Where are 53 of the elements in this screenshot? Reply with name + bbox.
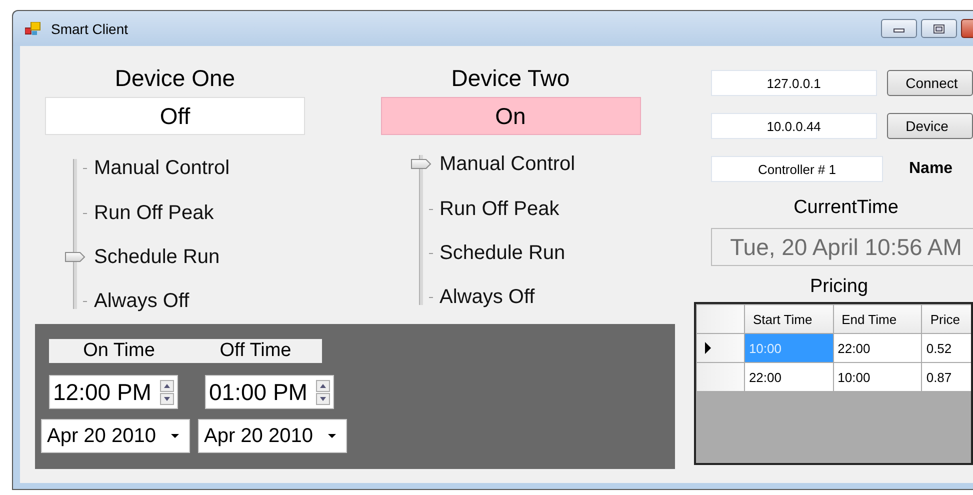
mode-label[interactable]: Always Off (434, 275, 685, 319)
device-title: Device One (114, 64, 236, 93)
table-cell[interactable]: 0.87 (922, 362, 971, 392)
row-header[interactable] (696, 334, 744, 362)
status-display: Off (45, 97, 305, 135)
current-time-label: CurrentTime (792, 197, 900, 219)
device-button[interactable]: Device (886, 113, 973, 139)
column-header[interactable]: Price (922, 304, 971, 334)
time-spinner[interactable]: 12:00 PM (49, 375, 178, 409)
table-cell[interactable]: 0.52 (922, 334, 971, 362)
connect-button[interactable]: Connect (886, 70, 973, 96)
mode-label[interactable]: Run Off Peak (88, 191, 350, 235)
date-picker[interactable]: Apr 20 2010 (41, 419, 190, 453)
slider-thumb[interactable] (64, 251, 86, 263)
device-title: Device Two (450, 64, 571, 93)
mode-label[interactable]: Manual Control (88, 145, 350, 191)
window-title: Smart Client (51, 20, 128, 36)
table-cell[interactable]: 22:00 (744, 362, 834, 392)
name-field[interactable]: Controller # 1 (711, 156, 883, 182)
slider-track[interactable] (73, 159, 77, 309)
caret-icon[interactable] (328, 434, 336, 438)
slider-thumb[interactable] (410, 158, 432, 170)
time-heading: On Time (82, 339, 156, 363)
app-icon (25, 22, 41, 36)
spin-up-icon[interactable] (160, 380, 174, 392)
spin-down-icon[interactable] (160, 392, 174, 404)
status-display: On (380, 97, 640, 135)
current-row-icon (705, 342, 711, 354)
column-header[interactable]: End Time (833, 304, 922, 334)
time-spinner[interactable]: 01:00 PM (205, 375, 334, 409)
mode-label[interactable]: Manual Control (434, 141, 685, 187)
caret-icon[interactable] (171, 434, 179, 438)
spin-up-icon[interactable] (316, 380, 330, 392)
address-field[interactable]: 127.0.0.1 (711, 70, 877, 96)
pricing-title: Pricing (808, 276, 870, 298)
close-button[interactable] (961, 19, 973, 38)
current-time-display: Tue, 20 April 10:56 AM (711, 228, 973, 266)
maximize-button[interactable] (921, 19, 957, 38)
maximize-icon[interactable] (933, 24, 945, 34)
time-heading: Off Time (218, 339, 292, 363)
name-label: Name (909, 160, 953, 178)
table-cell[interactable]: 22:00 (833, 334, 922, 362)
spin-down-icon[interactable] (316, 392, 330, 404)
mode-label[interactable]: Schedule Run (434, 231, 685, 275)
mode-label[interactable]: Run Off Peak (434, 187, 685, 231)
date-picker[interactable]: Apr 20 2010 (198, 419, 347, 453)
mode-label[interactable]: Always Off (88, 279, 350, 323)
slider-track[interactable] (418, 155, 422, 305)
device-address-field[interactable]: 10.0.0.44 (711, 113, 877, 139)
mode-label[interactable]: Schedule Run (88, 235, 350, 279)
minimize-button[interactable] (881, 19, 917, 38)
table-cell[interactable]: 10:00 (833, 362, 922, 392)
column-header[interactable]: Start Time (744, 304, 834, 334)
